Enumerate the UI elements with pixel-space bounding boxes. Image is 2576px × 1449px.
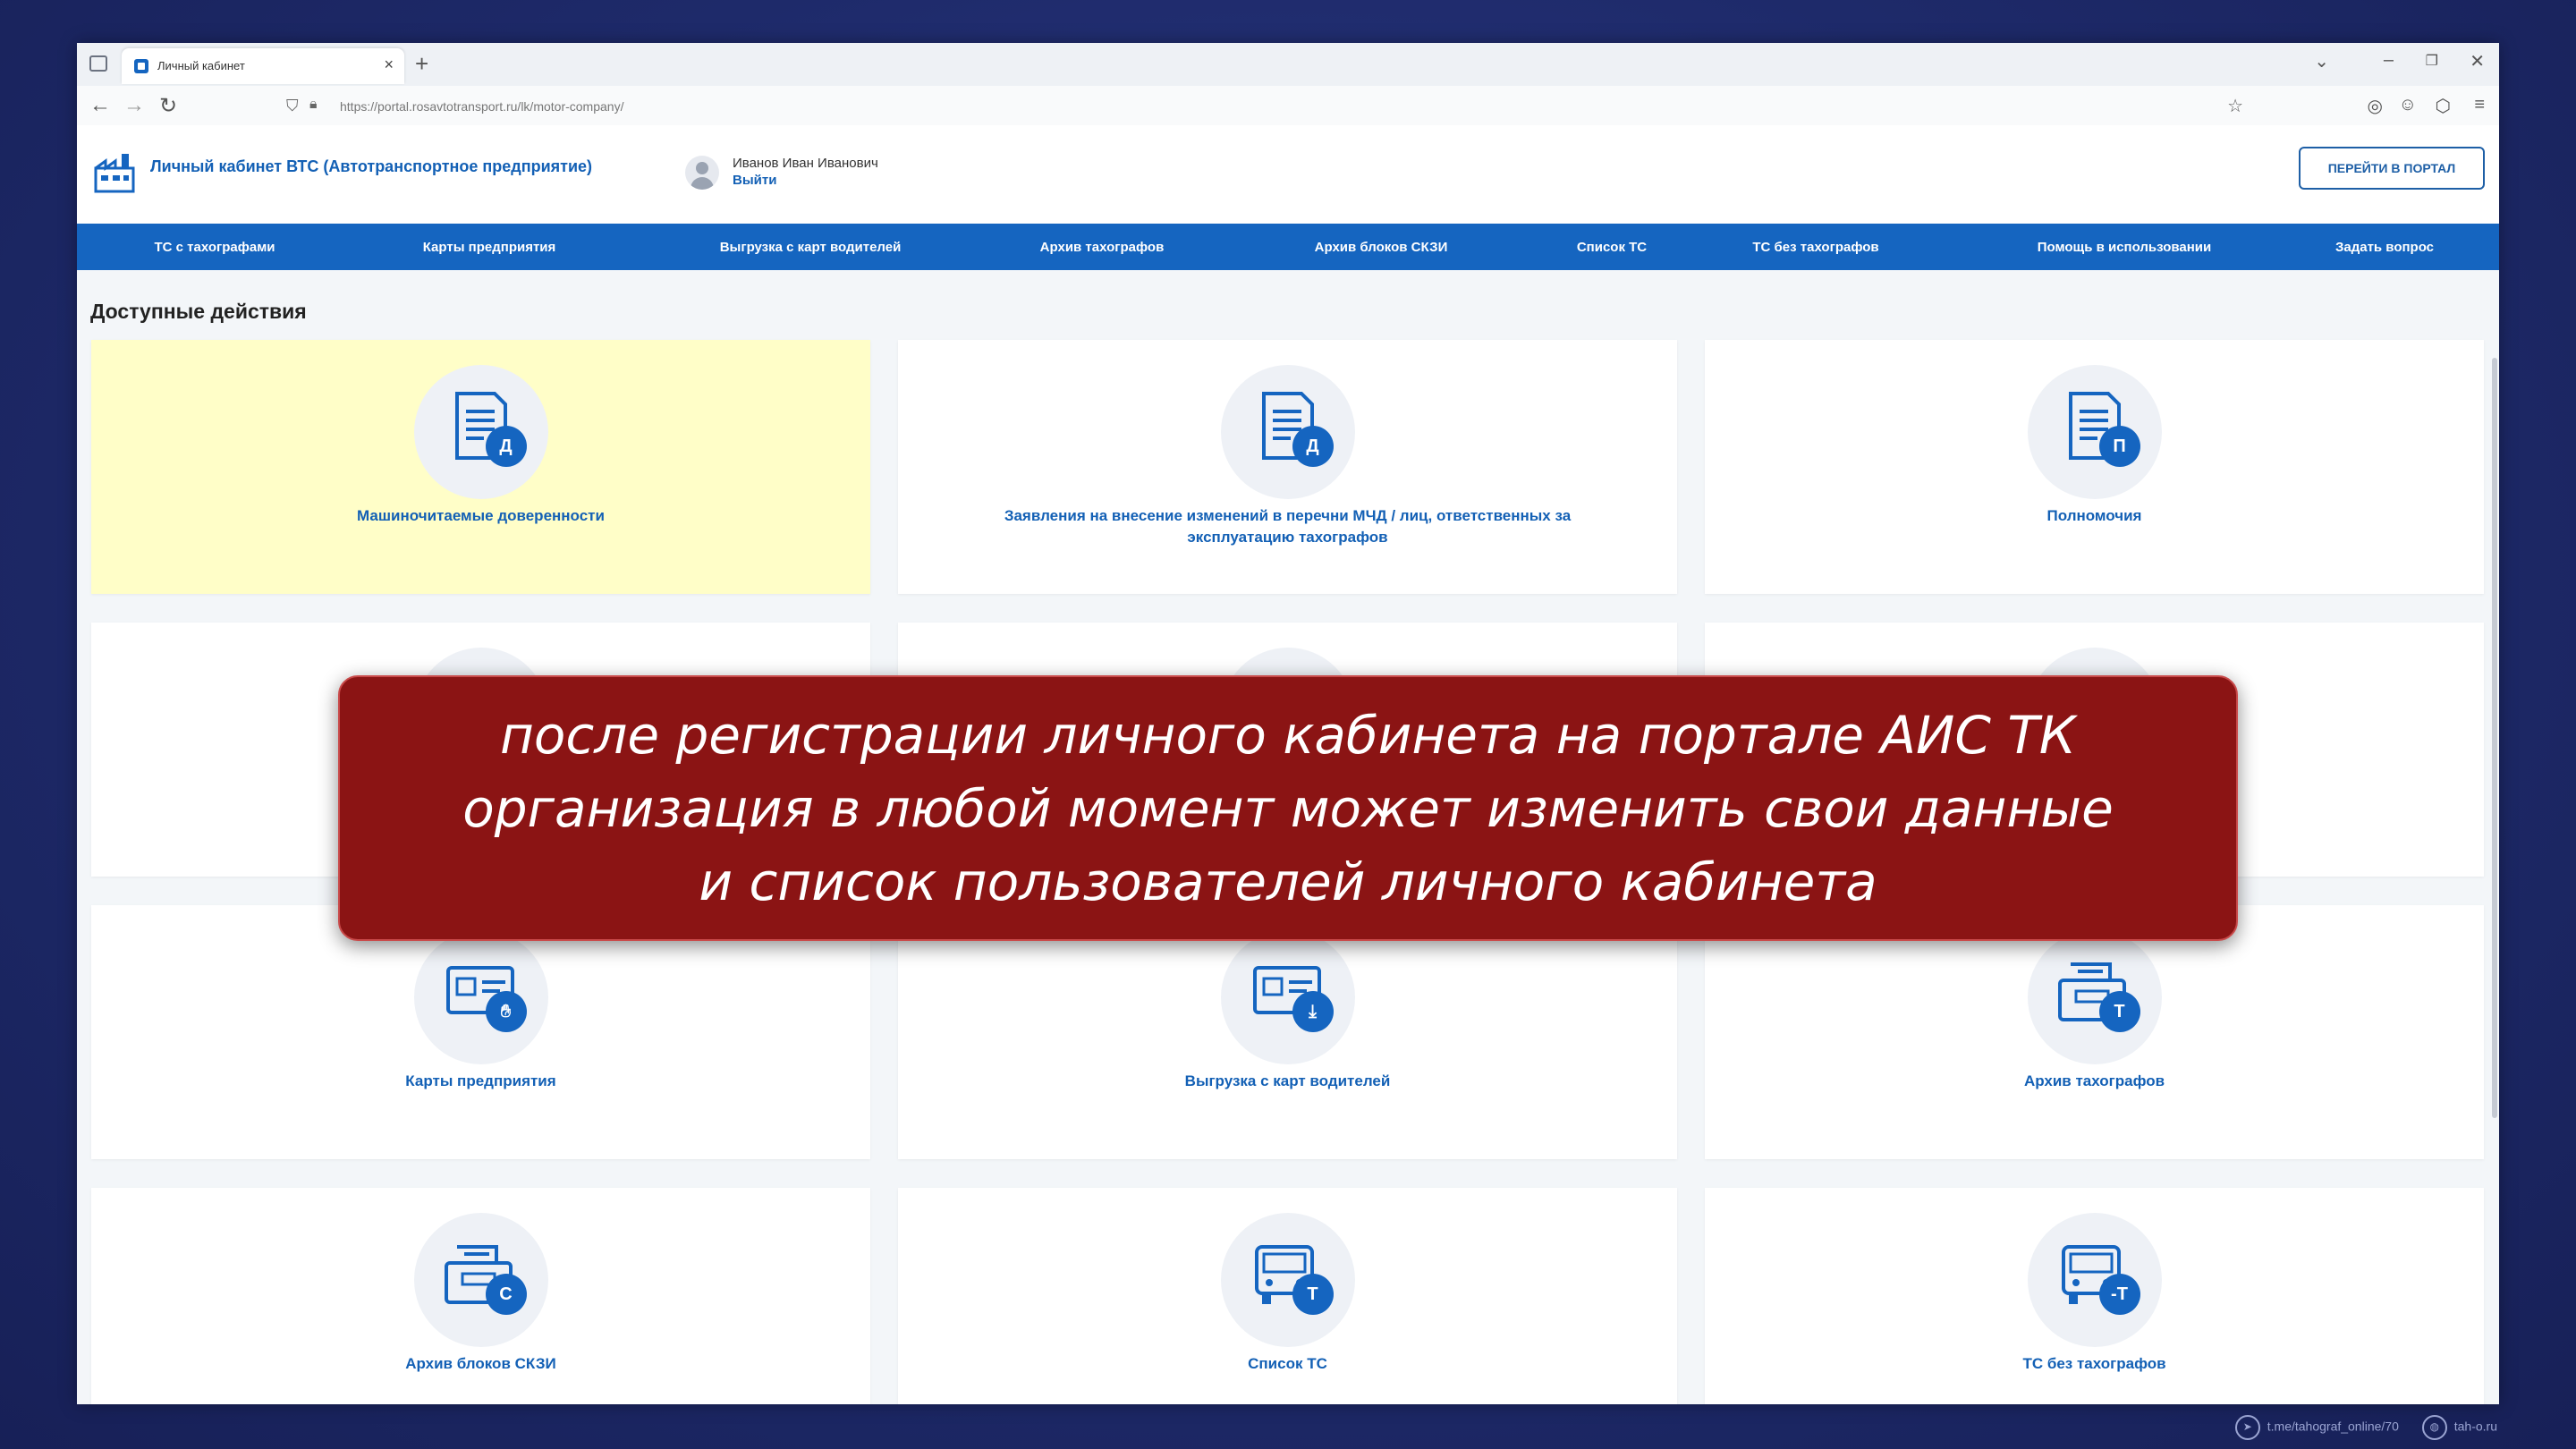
- navigation-bar: ← → ↻ ⛉ 🔒︎ https://portal.rosavtotranspo…: [77, 86, 2499, 126]
- menu-item-vehicle-list[interactable]: Список ТС: [1577, 240, 1647, 255]
- factory-logo-icon[interactable]: [93, 150, 136, 193]
- card-badge: П: [2098, 426, 2140, 467]
- card-label: Выгрузка с карт водителей: [1184, 1072, 1391, 1089]
- forward-icon[interactable]: →: [123, 93, 145, 118]
- card-skzi-archive[interactable]: С Архив блоков СКЗИ: [91, 1188, 870, 1404]
- new-tab-button[interactable]: +: [415, 50, 428, 78]
- extensions-icon[interactable]: ⬡: [2436, 95, 2451, 117]
- card-tachograph-archive[interactable]: Т Архив тахографов: [1705, 905, 2484, 1159]
- card-badge: Д: [485, 426, 527, 467]
- globe-icon: ◍: [2421, 1415, 2447, 1440]
- telegram-link: t.me/tahograf_online/70: [2267, 1419, 2399, 1434]
- telegram-icon: ➤: [2234, 1415, 2260, 1440]
- lock-icon[interactable]: 🔒︎: [309, 97, 318, 113]
- card-icon-circle: С: [413, 1213, 548, 1347]
- card-driver-cards-download[interactable]: ⤓ Выгрузка с карт водителей: [898, 905, 1677, 1159]
- logout-link[interactable]: Выйти: [733, 173, 776, 188]
- card-badge: -Т: [2098, 1274, 2140, 1315]
- card-icon-circle: Т: [1220, 1213, 1355, 1347]
- card-company-cards[interactable]: ✋︎ Карты предприятия: [91, 905, 870, 1159]
- card-label: ТС без тахографов: [2022, 1355, 2166, 1372]
- card-icon-circle: Т: [2027, 930, 2162, 1064]
- card-machine-readable-poa[interactable]: Д Машиночитаемые доверенности: [91, 340, 870, 594]
- section-title: Доступные действия: [90, 300, 307, 323]
- card-label: Полномочия: [2046, 507, 2142, 524]
- card-label: Список ТС: [1248, 1355, 1327, 1372]
- card-icon-circle: -Т: [2027, 1213, 2162, 1347]
- card-icon-circle: ⤓: [1220, 930, 1355, 1064]
- site-link: tah-o.ru: [2453, 1419, 2497, 1434]
- card-label: Архив тахографов: [2023, 1072, 2165, 1089]
- tab-title: Личный кабинет: [157, 59, 245, 72]
- caption-banner: после регистрации личного кабинета на по…: [338, 675, 2238, 941]
- caption-line-3: и список пользователей личного кабинета: [699, 851, 1877, 912]
- menu-item-tachograph-archive[interactable]: Архив тахографов: [1040, 240, 1165, 255]
- menu-item-ask-question[interactable]: Задать вопрос: [2335, 240, 2434, 255]
- card-authorities[interactable]: П Полномочия: [1705, 340, 2484, 594]
- user-name: Иванов Иван Иванович: [733, 156, 878, 171]
- caption-line-2: организация в любой момент может изменит…: [462, 777, 2114, 839]
- tracking-shield-icon[interactable]: ⛉: [286, 97, 299, 115]
- card-label: Машиночитаемые доверенности: [357, 507, 605, 524]
- main-menu: ТС с тахографами Карты предприятия Выгру…: [77, 224, 2499, 270]
- go-to-portal-button[interactable]: ПЕРЕЙТИ В ПОРТАЛ: [2299, 147, 2485, 190]
- site-header: Личный кабинет ВТС (Автотранспортное пре…: [77, 125, 2499, 224]
- caption-line-1: после регистрации личного кабинета на по…: [500, 704, 2076, 766]
- card-label: Заявления на внесение изменений в перечн…: [1004, 507, 1572, 546]
- tab-close-icon[interactable]: ×: [384, 55, 394, 74]
- page-scrollbar[interactable]: [2492, 358, 2497, 1118]
- card-badge: Т: [2098, 991, 2140, 1032]
- card-badge: Т: [1292, 1274, 1334, 1315]
- card-badge: Д: [1292, 426, 1334, 467]
- back-icon[interactable]: ←: [89, 93, 111, 118]
- menu-item-driver-cards-download[interactable]: Выгрузка с карт водителей: [720, 240, 902, 255]
- card-icon-circle: ✋︎: [413, 930, 548, 1064]
- account-icon[interactable]: ☺: [2399, 95, 2417, 115]
- minimize-icon[interactable]: –: [2384, 50, 2394, 71]
- card-icon-circle: Д: [413, 365, 548, 499]
- menu-item-company-cards[interactable]: Карты предприятия: [423, 240, 556, 255]
- card-vehicle-list[interactable]: Т Список ТС: [898, 1188, 1677, 1404]
- card-badge: С: [485, 1274, 527, 1315]
- address-bar[interactable]: ⛉ 🔒︎ https://portal.rosavtotransport.ru/…: [286, 95, 2182, 118]
- menu-item-ts-no-tachographs[interactable]: ТС без тахографов: [1752, 240, 1878, 255]
- reload-icon[interactable]: ↻: [159, 93, 177, 119]
- url-text[interactable]: https://portal.rosavtotransport.ru/lk/mo…: [340, 99, 623, 114]
- app-menu-icon[interactable]: ≡: [2474, 95, 2485, 115]
- card-label: Архив блоков СКЗИ: [405, 1355, 556, 1372]
- card-icon-circle: П: [2027, 365, 2162, 499]
- tab-overview-icon[interactable]: [89, 55, 107, 72]
- bookmark-star-icon[interactable]: ☆: [2227, 95, 2243, 117]
- restore-icon[interactable]: ❐: [2426, 52, 2438, 70]
- card-ts-no-tachographs[interactable]: -Т ТС без тахографов: [1705, 1188, 2484, 1404]
- download-badge-icon: ⤓: [1292, 991, 1334, 1032]
- menu-item-ts-tachographs[interactable]: ТС с тахографами: [154, 240, 275, 255]
- brand-title[interactable]: Личный кабинет ВТС (Автотранспортное пре…: [150, 157, 592, 176]
- user-avatar: [685, 156, 719, 190]
- menu-item-help[interactable]: Помощь в использовании: [2038, 240, 2212, 255]
- browser-tab[interactable]: Личный кабинет ×: [122, 48, 404, 84]
- tab-strip: Личный кабинет × + ⌄ – ❐ ✕: [77, 43, 2499, 86]
- tab-list-chevron-icon[interactable]: ⌄: [2314, 50, 2329, 72]
- card-change-applications[interactable]: Д Заявления на внесение изменений в пере…: [898, 340, 1677, 594]
- favicon-icon: [134, 59, 148, 73]
- pocket-icon[interactable]: ◎: [2368, 95, 2383, 117]
- video-footer: ➤ t.me/tahograf_online/70 ◍ tah-o.ru: [2216, 1415, 2497, 1440]
- menu-item-skzi-archive[interactable]: Архив блоков СКЗИ: [1315, 240, 1448, 255]
- card-hand-badge: ✋︎: [485, 991, 527, 1032]
- card-icon-circle: Д: [1220, 365, 1355, 499]
- card-label: Карты предприятия: [405, 1072, 556, 1089]
- window-close-icon[interactable]: ✕: [2470, 50, 2485, 72]
